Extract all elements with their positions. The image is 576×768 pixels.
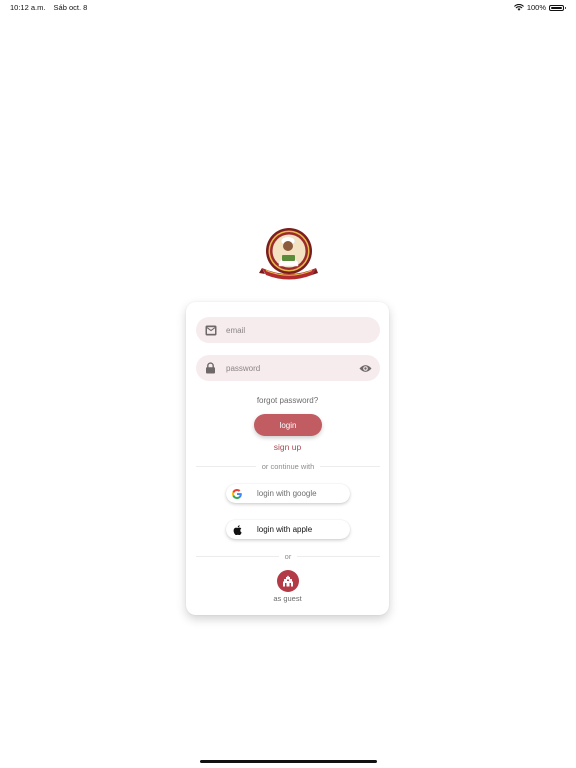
- divider-line: [297, 555, 381, 557]
- google-icon: [232, 488, 242, 499]
- password-field[interactable]: [196, 355, 380, 381]
- email-field[interactable]: [196, 317, 380, 343]
- login-button[interactable]: login: [254, 414, 322, 436]
- store-icon: [283, 575, 293, 587]
- login-card: forgot password? login sign up or contin…: [186, 302, 389, 615]
- or-label: or: [284, 551, 292, 561]
- status-time: 10:12 a.m.: [10, 3, 46, 12]
- forgot-password-link[interactable]: forgot password?: [186, 396, 389, 405]
- lock-icon: [204, 362, 217, 375]
- as-guest-label: as guest: [273, 594, 302, 603]
- battery-percent: 100%: [526, 3, 546, 12]
- home-indicator[interactable]: [200, 760, 377, 763]
- status-left: 10:12 a.m. Sáb oct. 8: [10, 3, 87, 12]
- wifi-icon: [514, 4, 524, 11]
- google-button-label: login with google: [257, 489, 317, 498]
- status-bar: 10:12 a.m. Sáb oct. 8 100%: [0, 0, 576, 14]
- or-divider: or: [196, 551, 381, 561]
- divider-line: [320, 465, 380, 467]
- status-right: 100%: [514, 3, 566, 12]
- guest-button[interactable]: [277, 570, 299, 592]
- mail-icon: [204, 324, 217, 337]
- divider-line: [196, 465, 256, 467]
- battery-icon: [549, 4, 566, 11]
- restaurant-logo: [258, 224, 318, 284]
- continue-with-divider: or continue with: [196, 461, 380, 471]
- continue-with-label: or continue with: [261, 461, 315, 471]
- apple-icon: [232, 524, 242, 535]
- divider-line: [196, 555, 279, 557]
- password-input[interactable]: [226, 363, 359, 373]
- login-with-apple-button[interactable]: login with apple: [226, 520, 350, 539]
- status-date: Sáb oct. 8: [53, 3, 88, 12]
- sign-up-link[interactable]: sign up: [186, 442, 389, 452]
- login-with-google-button[interactable]: login with google: [226, 484, 350, 503]
- apple-button-label: login with apple: [257, 525, 313, 534]
- email-input[interactable]: [226, 325, 372, 335]
- eye-icon[interactable]: [359, 362, 372, 375]
